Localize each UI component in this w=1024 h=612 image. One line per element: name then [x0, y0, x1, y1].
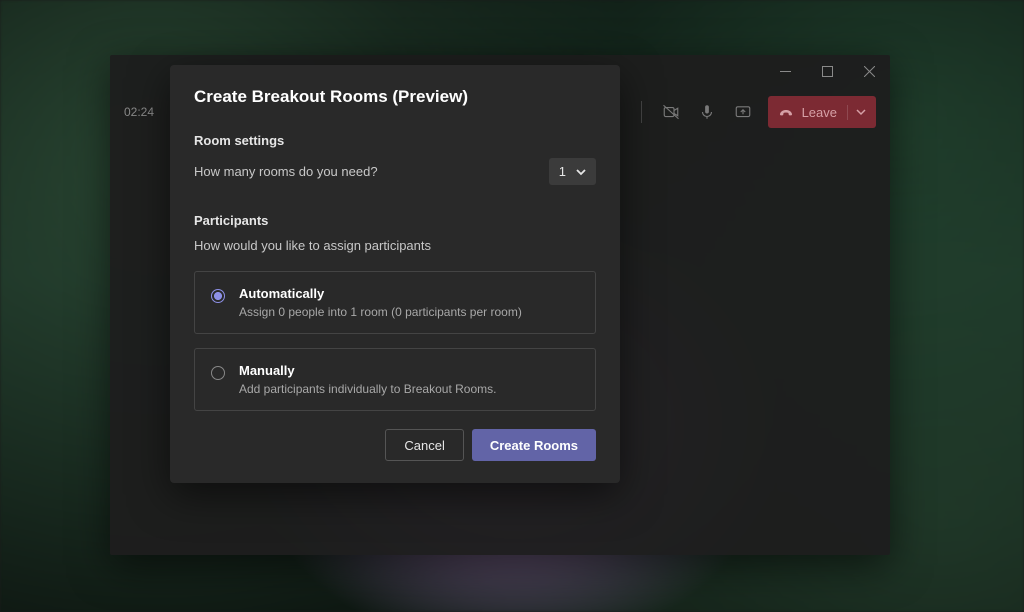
leave-chevron[interactable]	[847, 105, 866, 120]
toolbar-right: Leave	[637, 96, 876, 128]
maximize-button[interactable]	[806, 55, 848, 87]
camera-button[interactable]	[660, 101, 682, 123]
mic-button[interactable]	[696, 101, 718, 123]
radio-manually[interactable]	[211, 366, 225, 380]
leave-label: Leave	[802, 105, 837, 120]
rooms-question: How many rooms do you need?	[194, 164, 378, 179]
call-timer: 02:24	[124, 105, 154, 119]
window-controls	[764, 55, 890, 87]
radio-automatically[interactable]	[211, 289, 225, 303]
modal-actions: Cancel Create Rooms	[194, 429, 596, 461]
close-button[interactable]	[848, 55, 890, 87]
leave-button[interactable]: Leave	[768, 96, 876, 128]
maximize-icon	[822, 66, 833, 77]
minimize-button[interactable]	[764, 55, 806, 87]
rooms-question-row: How many rooms do you need? 1	[194, 158, 596, 185]
share-button[interactable]	[732, 101, 754, 123]
cancel-button[interactable]: Cancel	[385, 429, 463, 461]
close-icon	[864, 66, 875, 77]
option-auto-desc: Assign 0 people into 1 room (0 participa…	[239, 305, 522, 319]
modal-title: Create Breakout Rooms (Preview)	[194, 87, 596, 107]
minimize-icon	[780, 66, 791, 77]
camera-off-icon	[662, 103, 680, 121]
toolbar-divider	[641, 101, 642, 123]
option-automatically[interactable]: Automatically Assign 0 people into 1 roo…	[194, 271, 596, 334]
option-automatically-text: Automatically Assign 0 people into 1 roo…	[239, 286, 522, 319]
rooms-count-select[interactable]: 1	[549, 158, 596, 185]
option-manually-text: Manually Add participants individually t…	[239, 363, 496, 396]
chevron-down-icon	[856, 107, 866, 117]
mic-icon	[698, 103, 716, 121]
create-rooms-button[interactable]: Create Rooms	[472, 429, 596, 461]
option-manual-title: Manually	[239, 363, 496, 378]
create-breakout-rooms-modal: Create Breakout Rooms (Preview) Room set…	[170, 65, 620, 483]
room-settings-label: Room settings	[194, 133, 596, 148]
option-manual-desc: Add participants individually to Breakou…	[239, 382, 496, 396]
chevron-down-icon	[576, 167, 586, 177]
rooms-count-value: 1	[559, 164, 566, 179]
share-icon	[734, 103, 752, 121]
option-manually[interactable]: Manually Add participants individually t…	[194, 348, 596, 411]
participants-question: How would you like to assign participant…	[194, 238, 596, 253]
option-auto-title: Automatically	[239, 286, 522, 301]
participants-label: Participants	[194, 213, 596, 228]
hangup-icon	[778, 104, 794, 120]
